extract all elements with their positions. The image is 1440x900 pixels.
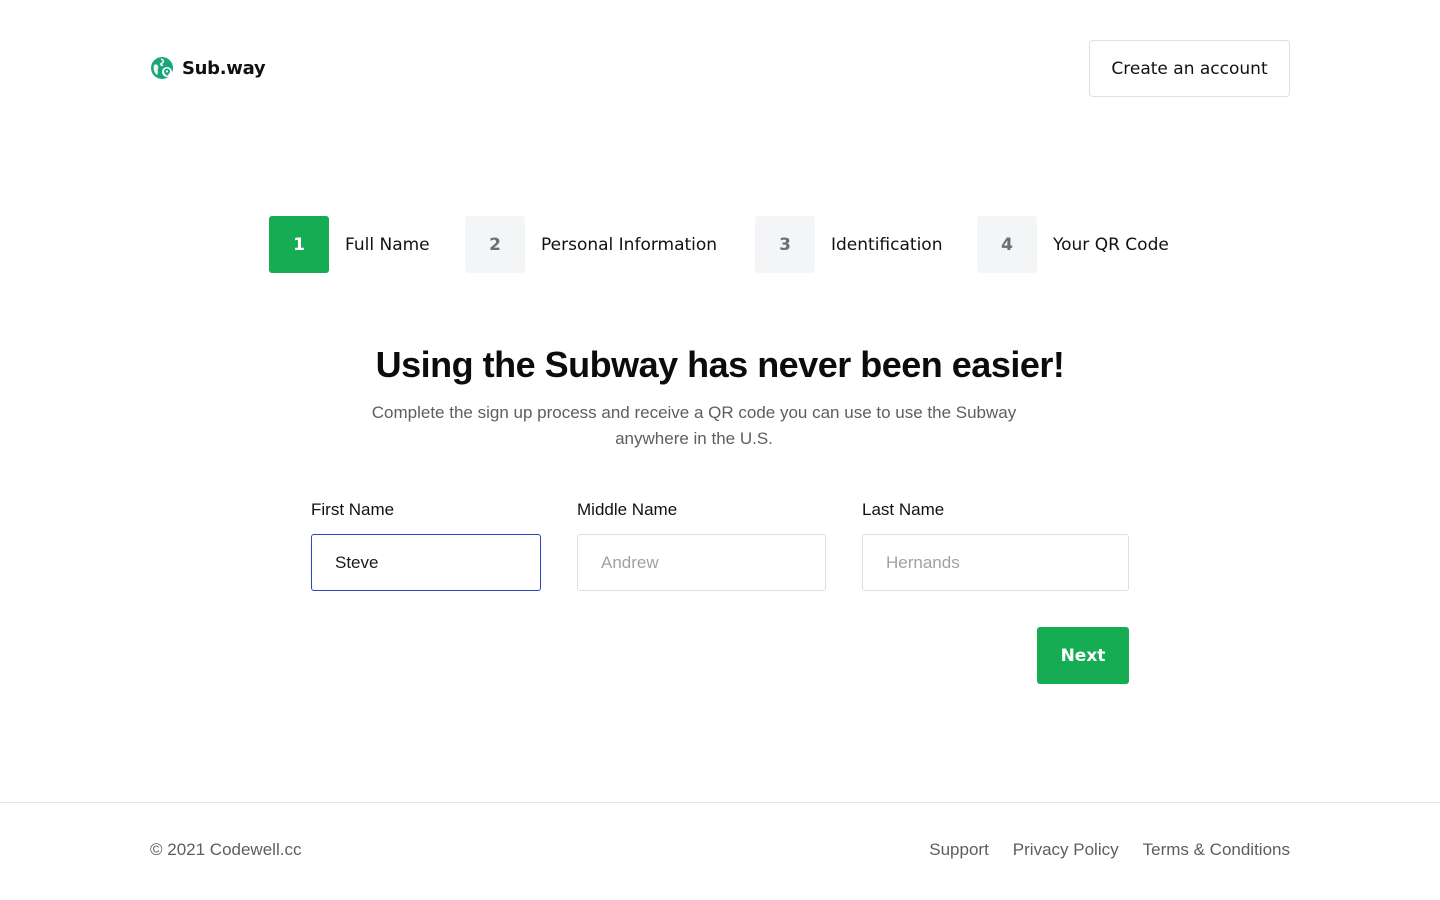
step-label: Identification <box>831 234 943 255</box>
last-name-label: Last Name <box>862 500 945 519</box>
header: Sub.way Create an account <box>150 40 1290 97</box>
footer-links: Support Privacy Policy Terms & Condition… <box>929 840 1290 860</box>
create-account-button[interactable]: Create an account <box>1089 40 1290 97</box>
middle-name-label: Middle Name <box>577 500 678 519</box>
stepper: 1 Full Name 2 Personal Information 3 Ide… <box>0 216 1440 273</box>
step-number: 3 <box>755 216 815 273</box>
step-label: Personal Information <box>541 234 718 255</box>
step-your-qr-code[interactable]: 4 Your QR Code <box>977 216 1169 273</box>
middle-name-input[interactable] <box>577 534 826 591</box>
last-name-input[interactable] <box>862 534 1129 591</box>
step-number: 2 <box>465 216 525 273</box>
footer: © 2021 Codewell.cc Support Privacy Polic… <box>0 802 1440 900</box>
footer-link-support[interactable]: Support <box>929 840 989 860</box>
next-button[interactable]: Next <box>1037 627 1129 684</box>
first-name-input[interactable] <box>311 534 541 591</box>
footer-link-privacy-policy[interactable]: Privacy Policy <box>1013 840 1119 860</box>
middle-name-field: Middle Name <box>577 500 826 591</box>
step-number: 4 <box>977 216 1037 273</box>
step-label: Your QR Code <box>1053 234 1169 255</box>
page-subtitle: Complete the sign up process and receive… <box>371 403 1017 448</box>
first-name-field: First Name <box>311 500 541 591</box>
first-name-label: First Name <box>311 500 395 519</box>
logo-text: Sub.way <box>182 57 266 79</box>
step-identification[interactable]: 3 Identification <box>755 216 942 273</box>
step-personal-information[interactable]: 2 Personal Information <box>465 216 717 273</box>
footer-link-terms-conditions[interactable]: Terms & Conditions <box>1143 840 1290 860</box>
logo[interactable]: Sub.way <box>150 56 266 80</box>
step-full-name[interactable]: 1 Full Name <box>269 216 430 273</box>
step-number: 1 <box>269 216 329 273</box>
page-title: Using the Subway has never been easier! <box>375 344 1065 385</box>
step-label: Full Name <box>345 234 430 255</box>
last-name-field: Last Name <box>862 500 1129 591</box>
copyright: © 2021 Codewell.cc <box>150 840 302 859</box>
globe-pin-icon <box>151 57 173 79</box>
